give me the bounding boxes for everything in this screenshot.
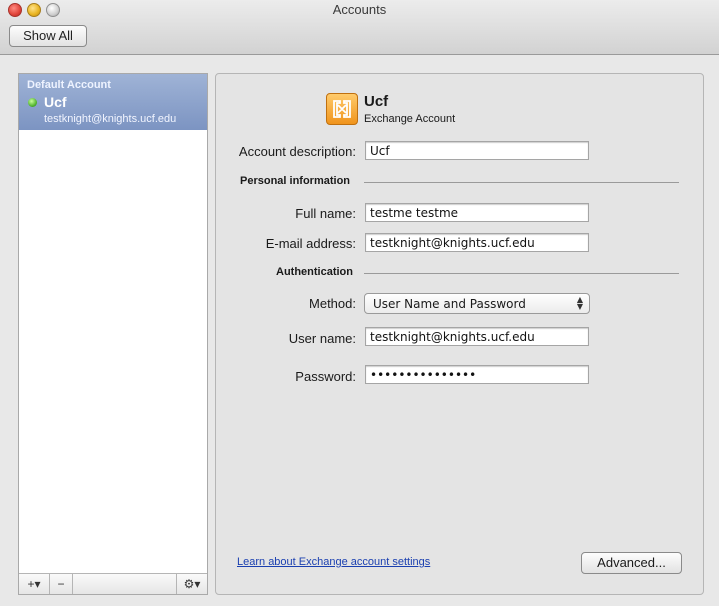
section-divider <box>364 273 679 274</box>
password-label: Password: <box>295 369 356 384</box>
window-title: Accounts <box>332 2 387 17</box>
method-select[interactable]: User Name and Password ▲ ▼ <box>364 293 590 314</box>
username-input[interactable]: testknight@knights.ucf.edu <box>365 327 589 346</box>
sidebar-footer: +▾ − ⚙▾ <box>19 573 207 594</box>
sidebar-account-name: Ucf <box>44 94 67 110</box>
account-type: Exchange Account <box>364 113 456 125</box>
username-label: User name: <box>288 331 356 346</box>
sidebar-item-account[interactable]: Default Account Ucf testknight@knights.u… <box>19 74 207 130</box>
sidebar-account-email: testknight@knights.ucf.edu <box>44 113 177 125</box>
authentication-heading: Authentication <box>276 266 353 278</box>
advanced-button[interactable]: Advanced... <box>581 552 682 574</box>
email-input[interactable]: testknight@knights.ucf.edu <box>365 233 589 252</box>
full-name-input[interactable]: testme testme <box>365 203 589 222</box>
full-name-label: Full name: <box>295 206 356 221</box>
remove-account-button[interactable]: − <box>50 574 73 594</box>
account-settings-panel: Ucf Exchange Account Account description… <box>215 73 704 595</box>
method-select-value: User Name and Password <box>373 297 526 311</box>
status-online-icon <box>28 98 37 107</box>
exchange-icon <box>326 93 358 125</box>
learn-exchange-settings-link[interactable]: Learn about Exchange account settings <box>237 556 430 568</box>
account-title: Ucf <box>364 93 389 110</box>
account-description-label: Account description: <box>238 144 356 159</box>
account-group-label: Default Account <box>27 79 111 91</box>
account-description-input[interactable]: Ucf <box>365 141 589 160</box>
show-all-button[interactable]: Show All <box>9 25 87 47</box>
add-account-button[interactable]: +▾ <box>19 574 50 594</box>
personal-info-heading: Personal information <box>240 175 351 187</box>
password-input[interactable]: ••••••••••••••• <box>365 365 589 384</box>
gear-menu-button[interactable]: ⚙▾ <box>176 574 207 594</box>
select-arrows-icon: ▲ ▼ <box>576 295 583 311</box>
section-divider <box>364 182 679 183</box>
accounts-sidebar: Default Account Ucf testknight@knights.u… <box>18 73 208 595</box>
method-label: Method: <box>309 296 356 311</box>
title-bar: Accounts Show All <box>0 0 719 55</box>
email-label: E-mail address: <box>265 236 356 251</box>
